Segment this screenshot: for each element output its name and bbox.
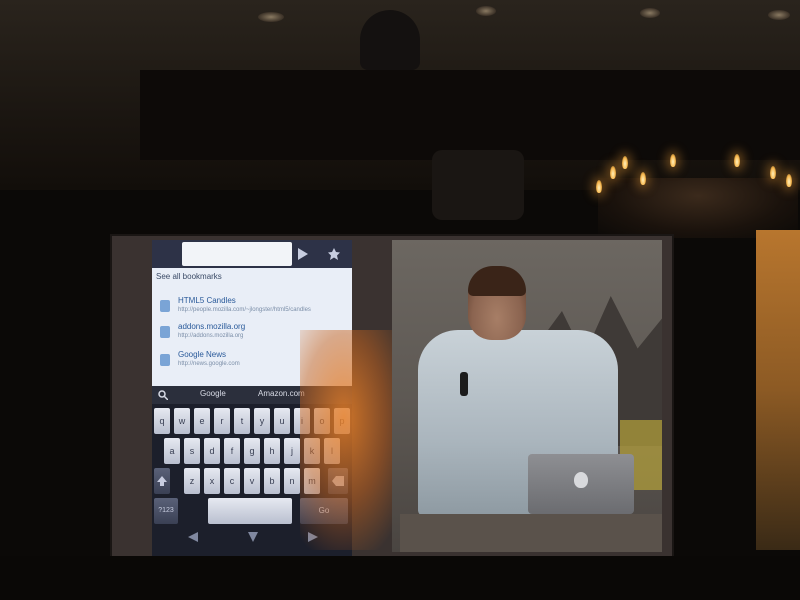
- keyboard-key[interactable]: q: [154, 408, 170, 434]
- keyboard-key[interactable]: x: [204, 468, 220, 494]
- keyboard-key[interactable]: b: [264, 468, 280, 494]
- keyboard-key[interactable]: c: [224, 468, 240, 494]
- candle-flame: [622, 156, 628, 169]
- ceiling-light: [640, 8, 660, 18]
- keyboard-key[interactable]: v: [244, 468, 260, 494]
- back-arrow-icon[interactable]: [188, 532, 198, 542]
- keyboard-key[interactable]: h: [264, 438, 280, 464]
- search-icon[interactable]: [158, 390, 168, 400]
- apple-logo-icon: [574, 472, 588, 488]
- ceiling-light: [768, 10, 790, 20]
- candle-flame: [786, 174, 792, 187]
- keyboard-key[interactable]: f: [224, 438, 240, 464]
- bookmark-url: http://addons.mozilla.org: [178, 333, 244, 339]
- bookmark-title: Google News: [178, 350, 227, 359]
- audience-silhouettes: [0, 556, 800, 600]
- bookmark-icon: [160, 300, 170, 312]
- keyboard-key[interactable]: g: [244, 438, 260, 464]
- shift-arrow-icon: [157, 476, 167, 486]
- podium: [400, 514, 662, 552]
- microphone: [460, 372, 468, 396]
- bookmark-url: http://people.mozilla.com/~jlongster/htm…: [178, 307, 311, 313]
- keyboard-key[interactable]: n: [284, 468, 300, 494]
- stage-backdrop-glow: [756, 230, 800, 550]
- ceiling-light: [258, 12, 284, 22]
- url-bar: [152, 240, 352, 268]
- search-engine-amazon[interactable]: Amazon.com: [258, 389, 305, 398]
- chandelier-body: [598, 178, 798, 238]
- keyboard-key[interactable]: d: [204, 438, 220, 464]
- star-icon[interactable]: [328, 248, 340, 260]
- bookmark-icon: [160, 326, 170, 338]
- ceiling-light: [476, 6, 496, 16]
- keyboard-key[interactable]: a: [164, 438, 180, 464]
- bookmark-title: addons.mozilla.org: [178, 322, 246, 331]
- bookmark-title: HTML5 Candles: [178, 296, 236, 305]
- symbols-key[interactable]: ?123: [154, 498, 178, 524]
- bookmark-url: http://news.google.com: [178, 361, 240, 367]
- keyboard-key[interactable]: s: [184, 438, 200, 464]
- candle-flame: [770, 166, 776, 179]
- lighting-truss: [140, 70, 800, 160]
- keyboard-key[interactable]: j: [284, 438, 300, 464]
- candle-flame: [670, 154, 676, 167]
- candle-flame: [596, 180, 602, 193]
- ceiling-speaker: [360, 10, 420, 70]
- search-engine-google[interactable]: Google: [200, 389, 226, 398]
- candle-flame: [610, 166, 616, 179]
- keyboard-key[interactable]: y: [254, 408, 270, 434]
- shift-key[interactable]: [154, 468, 170, 494]
- projector: [432, 150, 524, 220]
- candle-flame: [734, 154, 740, 167]
- bookmark-icon: [160, 354, 170, 366]
- keyboard-key[interactable]: e: [194, 408, 210, 434]
- candle-flame: [640, 172, 646, 185]
- chandelier: [588, 150, 800, 240]
- chevron-down-icon[interactable]: [248, 532, 258, 542]
- go-arrow-icon[interactable]: [298, 248, 308, 260]
- bookmark-item[interactable]: HTML5 Candles http://people.mozilla.com/…: [152, 294, 352, 320]
- keyboard-key[interactable]: r: [214, 408, 230, 434]
- bookmarks-header[interactable]: See all bookmarks: [156, 272, 222, 281]
- keyboard-key[interactable]: t: [234, 408, 250, 434]
- keyboard-key[interactable]: w: [174, 408, 190, 434]
- keyboard-key[interactable]: u: [274, 408, 290, 434]
- keyboard-key[interactable]: z: [184, 468, 200, 494]
- url-input[interactable]: [182, 242, 292, 266]
- space-key[interactable]: [208, 498, 292, 524]
